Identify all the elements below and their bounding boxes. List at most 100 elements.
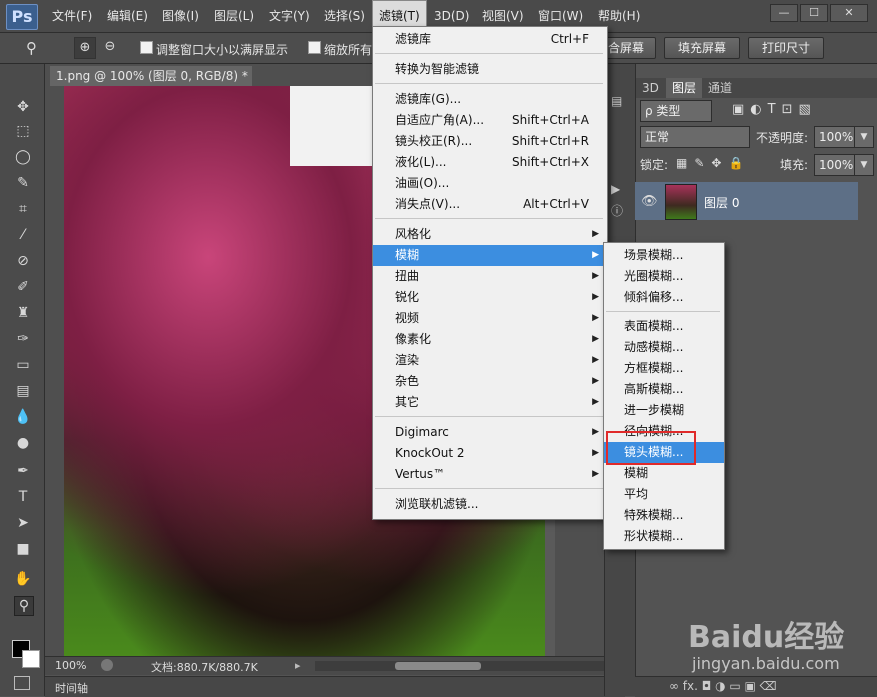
- history-panel-icon[interactable]: ▤: [611, 94, 627, 108]
- lock-icons[interactable]: ▦✎✥🔒: [676, 156, 750, 170]
- layer-visibility-eye-icon[interactable]: 👁: [641, 194, 658, 209]
- menu-item-video[interactable]: 视频 ▶: [373, 308, 607, 329]
- zoom-level[interactable]: 100%: [55, 659, 86, 672]
- status-arrow-icon[interactable]: ▸: [295, 659, 301, 672]
- tab-channels[interactable]: 通道: [702, 78, 738, 98]
- menu-item-stylize[interactable]: 风格化 ▶: [373, 224, 607, 245]
- submenu-item-shape-blur[interactable]: 形状模糊...: [604, 526, 724, 547]
- clone-stamp-tool-icon[interactable]: ♜: [14, 304, 32, 322]
- dodge-tool-icon[interactable]: ●: [14, 434, 32, 452]
- menu-item-vertus[interactable]: Vertus™ ▶: [373, 464, 607, 485]
- type-tool-icon[interactable]: T: [14, 488, 32, 506]
- path-select-tool-icon[interactable]: ➤: [14, 514, 32, 532]
- blend-mode-select[interactable]: 正常: [640, 126, 750, 148]
- hand-tool-icon[interactable]: ✋: [14, 570, 32, 588]
- tools-panel: ✥ ⬚ ◯ ✎ ⌗ ⁄ ⊘ ✐ ♜ ✑ ▭ ▤ 💧 ● ✒ T ➤ ■ ✋ ⚲: [0, 64, 45, 696]
- move-tool-icon[interactable]: ✥: [14, 98, 32, 116]
- document-tab[interactable]: 1.png @ 100% (图层 0, RGB/8) * ×: [50, 66, 252, 103]
- menu-item-oil-paint[interactable]: 油画(O)...: [373, 173, 607, 194]
- menu-type[interactable]: 文字(Y): [263, 0, 316, 32]
- zoom-in-icon[interactable]: ⊕: [74, 37, 96, 59]
- eraser-tool-icon[interactable]: ▭: [14, 356, 32, 374]
- print-size-button[interactable]: 打印尺寸: [748, 37, 824, 59]
- menu-item-knockout[interactable]: KnockOut 2 ▶: [373, 443, 607, 464]
- close-button[interactable]: ✕: [830, 4, 868, 22]
- submenu-item-smart-blur[interactable]: 特殊模糊...: [604, 505, 724, 526]
- healing-brush-tool-icon[interactable]: ⊘: [14, 252, 32, 270]
- menu-item-adaptive-wide-angle[interactable]: 自适应广角(A)... Shift+Ctrl+A: [373, 110, 607, 131]
- layer-thumbnail[interactable]: [665, 184, 697, 220]
- rectangle-tool-icon[interactable]: ■: [14, 540, 32, 558]
- info-panel-icon[interactable]: ⓘ: [611, 202, 627, 218]
- menu-item-sharpen[interactable]: 锐化 ▶: [373, 287, 607, 308]
- menu-item-filter-gallery-last[interactable]: 滤镜库 Ctrl+F: [373, 29, 607, 50]
- menu-item-pixelate[interactable]: 像素化 ▶: [373, 329, 607, 350]
- tab-layers[interactable]: 图层: [666, 78, 703, 98]
- quick-mask-icon[interactable]: [14, 676, 30, 690]
- background-color-swatch[interactable]: [22, 650, 40, 668]
- opacity-dropdown-icon[interactable]: ▼: [854, 126, 874, 148]
- resize-windows-checkbox[interactable]: [140, 41, 153, 54]
- submenu-item-iris-blur[interactable]: 光圈模糊...: [604, 266, 724, 287]
- zoom-all-checkbox[interactable]: [308, 41, 321, 54]
- history-brush-tool-icon[interactable]: ✑: [14, 330, 32, 348]
- menu-item-distort[interactable]: 扭曲 ▶: [373, 266, 607, 287]
- pen-tool-icon[interactable]: ✒: [14, 462, 32, 480]
- zoom-out-icon[interactable]: ⊖: [100, 37, 120, 57]
- actions-panel-icon[interactable]: ▶: [611, 182, 627, 196]
- submenu-item-average[interactable]: 平均: [604, 484, 724, 505]
- status-info-icon[interactable]: [101, 659, 113, 671]
- menu-item-noise[interactable]: 杂色 ▶: [373, 371, 607, 392]
- resize-windows-label: 调整窗口大小以满屏显示: [156, 43, 289, 57]
- eyedropper-tool-icon[interactable]: ⁄: [14, 226, 32, 244]
- submenu-item-blur[interactable]: 模糊: [604, 463, 724, 484]
- submenu-item-tilt-shift[interactable]: 倾斜偏移...: [604, 287, 724, 308]
- menu-separator: [375, 83, 603, 84]
- fill-dropdown-icon[interactable]: ▼: [854, 154, 874, 176]
- zoom-tool-icon[interactable]: ⚲: [26, 39, 37, 57]
- submenu-item-surface-blur[interactable]: 表面模糊...: [604, 316, 724, 337]
- menu-item-blur[interactable]: 模糊 ▶: [373, 245, 607, 266]
- menu-item-render[interactable]: 渲染 ▶: [373, 350, 607, 371]
- menu-separator: [375, 488, 603, 489]
- layer-name[interactable]: 图层 0: [704, 194, 739, 211]
- menu-item-lens-correction[interactable]: 镜头校正(R)... Shift+Ctrl+R: [373, 131, 607, 152]
- layer-action-icons[interactable]: ∞ fx. ◘ ◑ ▭ ▣ ⌫: [669, 679, 777, 693]
- minimize-button[interactable]: —: [770, 4, 798, 22]
- tab-3d[interactable]: 3D: [636, 78, 665, 98]
- menu-edit[interactable]: 编辑(E): [101, 0, 154, 32]
- layer-kind-filter[interactable]: ρ 类型: [640, 100, 712, 122]
- fill-input[interactable]: 100%: [814, 154, 856, 176]
- menu-item-browse-online[interactable]: 浏览联机滤镜...: [373, 494, 607, 515]
- maximize-button[interactable]: ☐: [800, 4, 828, 22]
- menu-item-vanishing-point[interactable]: 消失点(V)... Alt+Ctrl+V: [373, 194, 607, 215]
- submenu-separator: [606, 311, 720, 312]
- submenu-item-box-blur[interactable]: 方框模糊...: [604, 358, 724, 379]
- menu-item-filter-gallery[interactable]: 滤镜库(G)...: [373, 89, 607, 110]
- menu-item-liquify[interactable]: 液化(L)... Shift+Ctrl+X: [373, 152, 607, 173]
- menu-select[interactable]: 选择(S): [318, 0, 371, 32]
- menu-layer[interactable]: 图层(L): [208, 0, 260, 32]
- fill-screen-button[interactable]: 填充屏幕: [664, 37, 740, 59]
- menu-item-other[interactable]: 其它 ▶: [373, 392, 607, 413]
- menu-item-convert-smart[interactable]: 转换为智能滤镜: [373, 59, 607, 80]
- zoom-tool-active-icon[interactable]: ⚲: [14, 596, 34, 616]
- menu-item-digimarc[interactable]: Digimarc ▶: [373, 422, 607, 443]
- gradient-tool-icon[interactable]: ▤: [14, 382, 32, 400]
- menu-file[interactable]: 文件(F): [46, 0, 98, 32]
- submenu-item-blur-more[interactable]: 进一步模糊: [604, 400, 724, 421]
- lasso-tool-icon[interactable]: ◯: [14, 148, 32, 166]
- submenu-item-gaussian-blur[interactable]: 高斯模糊...: [604, 379, 724, 400]
- submenu-item-field-blur[interactable]: 场景模糊...: [604, 245, 724, 266]
- marquee-tool-icon[interactable]: ⬚: [14, 122, 32, 140]
- crop-tool-icon[interactable]: ⌗: [14, 200, 32, 218]
- brush-tool-icon[interactable]: ✐: [14, 278, 32, 296]
- opacity-input[interactable]: 100%: [814, 126, 856, 148]
- horizontal-scroll-thumb[interactable]: [395, 662, 481, 670]
- layer-filter-icons[interactable]: ▣◐T⊡▧: [732, 102, 817, 117]
- quick-select-tool-icon[interactable]: ✎: [14, 174, 32, 192]
- submenu-item-motion-blur[interactable]: 动感模糊...: [604, 337, 724, 358]
- menu-image[interactable]: 图像(I): [156, 0, 205, 32]
- timeline-label[interactable]: 时间轴: [55, 680, 88, 696]
- blur-tool-icon[interactable]: 💧: [14, 408, 32, 426]
